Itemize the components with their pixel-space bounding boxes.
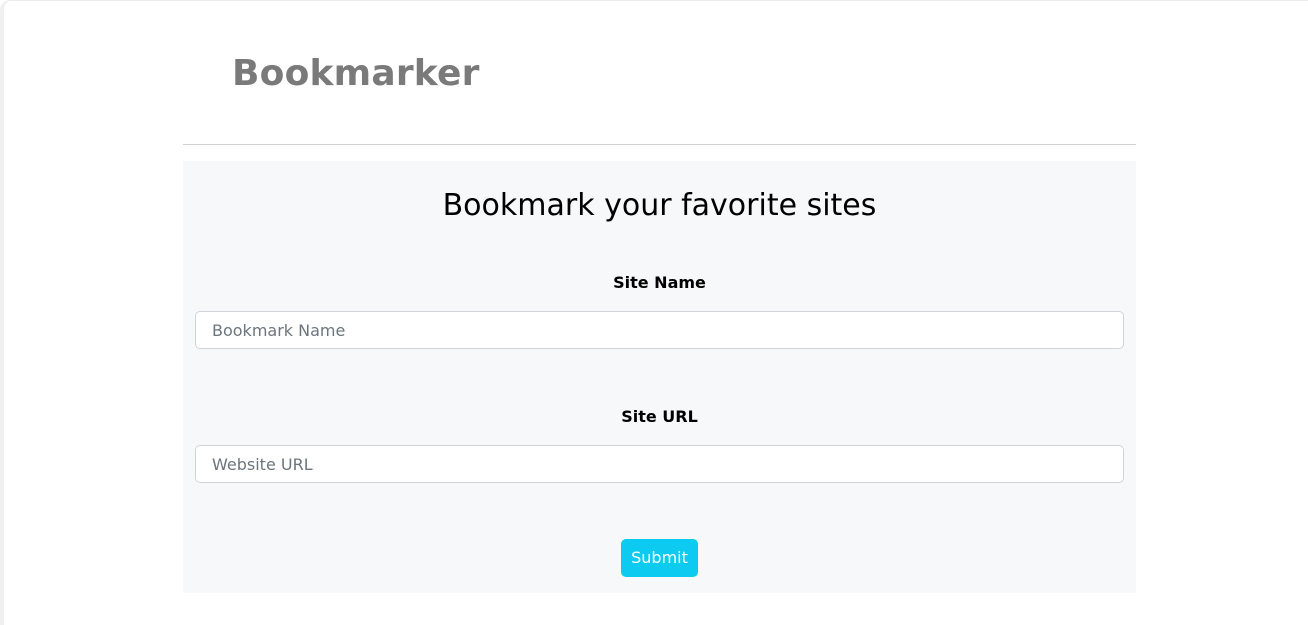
site-name-input[interactable] [195,311,1124,349]
site-url-label: Site URL [621,407,698,426]
bookmark-form: Bookmark your favorite sites Site Name S… [183,161,1136,593]
page-title: Bookmarker [232,53,480,94]
form-heading: Bookmark your favorite sites [442,188,877,223]
page-frame: Bookmarker Bookmark your favorite sites … [0,0,1308,625]
site-name-label: Site Name [613,273,706,292]
site-url-input[interactable] [195,445,1124,483]
header-divider [183,144,1136,145]
submit-button[interactable]: Submit [621,539,698,577]
